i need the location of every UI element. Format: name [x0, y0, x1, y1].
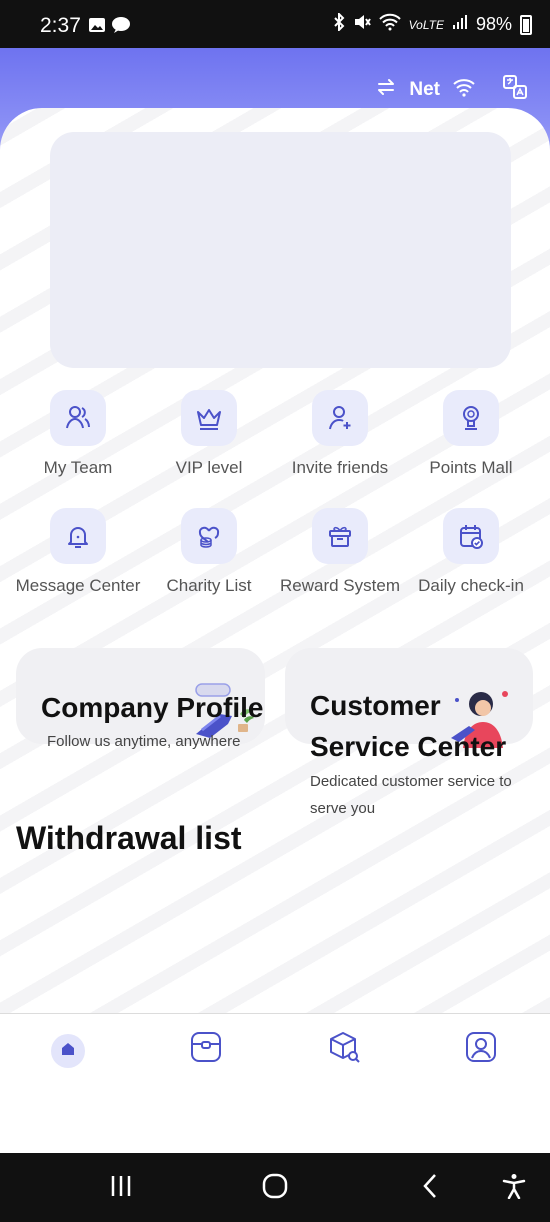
crown-icon — [181, 390, 237, 446]
nav-profile[interactable] — [464, 1030, 498, 1069]
menu-message-center[interactable]: Message Center — [10, 508, 146, 596]
banner-placeholder[interactable] — [50, 132, 511, 368]
status-icons: VoLTE 98% — [333, 11, 532, 36]
battery-label: 98% — [475, 14, 512, 34]
menu-label: Message Center — [15, 576, 141, 595]
clock: 2:37 — [40, 14, 81, 37]
nav-explore[interactable] — [327, 1030, 361, 1069]
invite-icon — [312, 390, 368, 446]
trophy-icon — [443, 390, 499, 446]
customer-service-title-1: Customer — [310, 690, 441, 721]
back-button[interactable] — [414, 1173, 446, 1203]
menu-reward-system[interactable]: Reward System — [272, 508, 408, 596]
main-content: My Team VIP level Invite friends Points … — [0, 108, 550, 1013]
nav-home[interactable] — [51, 1034, 85, 1068]
nav-wallet[interactable] — [189, 1030, 223, 1069]
wallet-icon — [189, 1030, 223, 1069]
home-icon — [60, 1041, 76, 1062]
menu-label: Reward System — [280, 576, 400, 595]
calendar-check-icon — [443, 508, 499, 564]
company-profile-card[interactable]: Company Profile Follow us anytime, anywh… — [16, 648, 265, 750]
mute-icon — [353, 13, 371, 36]
menu-label: Daily check-in — [418, 576, 524, 595]
menu-daily-check-in[interactable]: Daily check-in — [403, 508, 539, 596]
menu-my-team[interactable]: My Team — [10, 390, 146, 478]
system-nav-bar — [0, 1153, 550, 1222]
box-search-icon — [327, 1030, 361, 1069]
menu-points-mall[interactable]: Points Mall — [403, 390, 539, 478]
team-icon — [50, 390, 106, 446]
recent-apps-button[interactable] — [105, 1173, 137, 1203]
company-profile-subtitle: Follow us anytime, anywhere — [47, 733, 241, 750]
menu-label: Points Mall — [429, 458, 513, 477]
header-tools: Net — [375, 74, 528, 105]
menu-charity-list[interactable]: Charity List — [141, 508, 277, 596]
bell-icon — [50, 508, 106, 564]
switch-icon[interactable] — [375, 76, 397, 103]
wifi-icon — [378, 13, 401, 36]
company-profile-title: Company Profile — [41, 692, 264, 723]
menu-vip-level[interactable]: VIP level — [141, 390, 277, 478]
bluetooth-icon — [333, 11, 345, 36]
talk-icon — [111, 16, 131, 34]
recent-apps-icon — [108, 1174, 134, 1203]
home-circle-icon — [262, 1173, 288, 1204]
status-bar: 2:37 VoLTE 98% — [0, 0, 550, 48]
home-button[interactable] — [259, 1173, 291, 1203]
menu-label: VIP level — [175, 458, 243, 477]
customer-service-subtitle-1: Dedicated customer service to — [310, 773, 512, 790]
accessibility-button[interactable] — [498, 1173, 530, 1203]
volte-icon: VoLTE — [408, 17, 444, 32]
translate-icon[interactable] — [502, 74, 528, 105]
battery-icon — [520, 14, 532, 35]
wifi-icon — [452, 77, 476, 102]
profile-icon — [464, 1030, 498, 1069]
customer-service-title-2: Service Center — [310, 731, 507, 762]
back-icon — [420, 1173, 440, 1204]
accessibility-icon — [502, 1173, 526, 1204]
menu-label: Invite friends — [291, 458, 389, 477]
gift-icon — [312, 508, 368, 564]
signal-icon — [452, 14, 468, 35]
menu-invite-friends[interactable]: Invite friends — [272, 390, 408, 478]
net-label[interactable]: Net — [409, 79, 440, 101]
heart-coins-icon — [181, 508, 237, 564]
menu-label: Charity List — [166, 576, 252, 595]
withdrawal-list-title: Withdrawal list — [16, 820, 242, 856]
bottom-nav — [0, 1013, 550, 1153]
image-icon — [88, 16, 106, 34]
customer-service-subtitle-2: serve you — [310, 800, 376, 817]
menu-label: My Team — [43, 458, 113, 477]
